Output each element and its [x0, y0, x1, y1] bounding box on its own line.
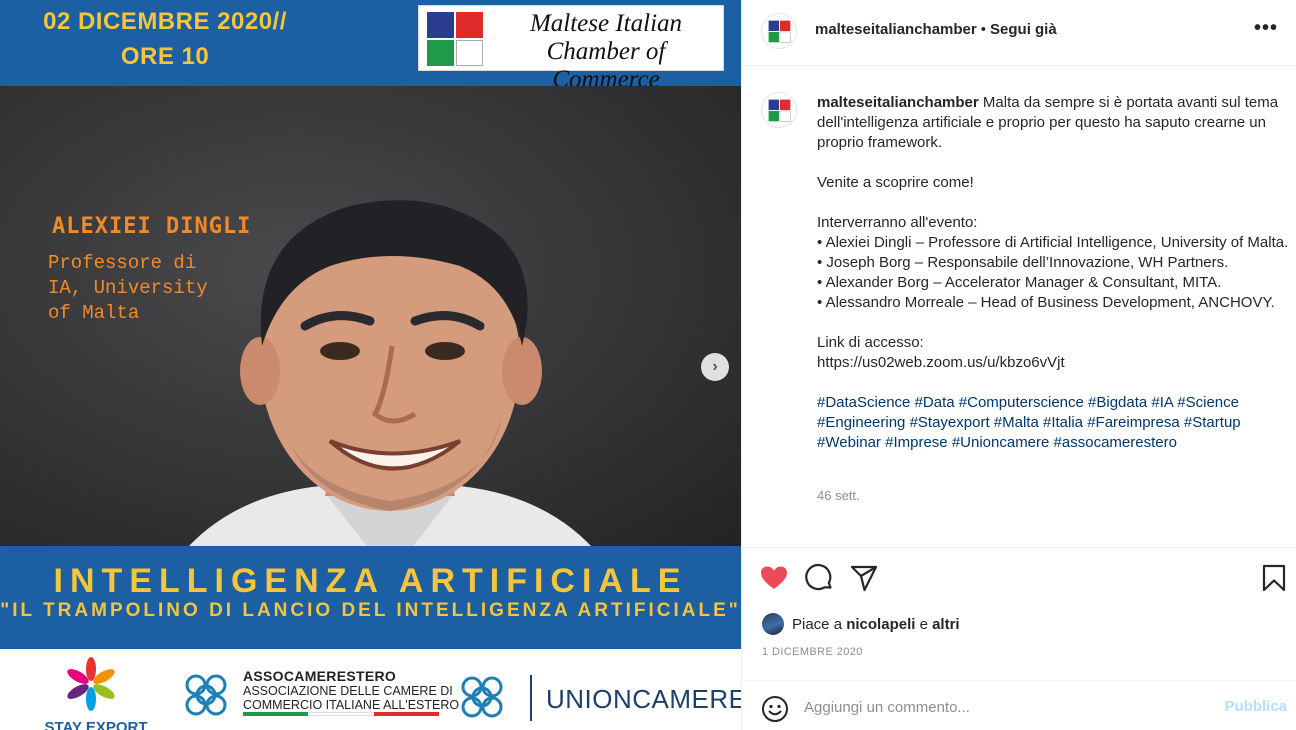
chamber-logo-text: Maltese Italian Chamber of Commerce [529, 10, 683, 93]
hashtag-link[interactable]: #Fareimpresa [1087, 414, 1180, 431]
assocamerestero-knot-icon [185, 674, 227, 716]
share-button[interactable] [849, 563, 879, 593]
more-options-button[interactable]: ••• [1254, 18, 1278, 38]
caption-speaker-item: • Alexiei Dingli – Professore di Artific… [817, 234, 1289, 251]
chevron-right-icon: › [712, 358, 718, 375]
likes-prefix: Piace a [792, 615, 843, 633]
event-banner: INTELLIGENZA ARTIFICIALE "IL TRAMPOLINO … [0, 546, 741, 649]
caption-author-avatar[interactable] [761, 92, 797, 128]
hashtag-link[interactable]: #DataScience [817, 394, 910, 411]
hashtag-link[interactable]: #Engineering [817, 414, 905, 431]
hashtag-link[interactable]: #Italia [1043, 414, 1083, 431]
image-header-band: 02 DICEMBRE 2020// ORE 10 Maltese Italia… [0, 0, 741, 93]
comment-input[interactable] [804, 689, 1204, 725]
likes-and: e [919, 615, 928, 633]
caption-speaker-item: • Alexander Borg – Accelerator Manager &… [817, 274, 1222, 291]
caption-hashtags: #DataScience #Data #Computerscience #Big… [817, 393, 1292, 453]
event-date: 02 DICEMBRE 2020// [43, 8, 287, 35]
author-username[interactable]: malteseitalianchamber [815, 21, 977, 38]
caption-intro-paragraph: malteseitalianchamber Malta da sempre si… [817, 93, 1292, 153]
likes-others-link[interactable]: altri [932, 616, 960, 633]
liker-username[interactable]: nicolapeli [846, 616, 915, 633]
hashtag-link[interactable]: #Startup [1184, 414, 1241, 431]
like-button[interactable] [759, 563, 789, 593]
caption-speaker-item: • Joseph Borg – Responsabile dell’Innova… [817, 254, 1229, 271]
likes-summary: Piace a nicolapeli e altri [762, 612, 960, 636]
caption-username[interactable]: malteseitalianchamber [817, 94, 979, 111]
hashtag-link[interactable]: #Webinar [817, 434, 881, 451]
speaker-name: ALEXIEI DINGLI [52, 214, 252, 239]
chamber-avatar-icon [768, 99, 791, 122]
heart-filled-icon [761, 566, 787, 589]
header-separator: • [980, 21, 987, 38]
bookmark-icon [1262, 564, 1286, 592]
send-icon [850, 565, 878, 592]
emoji-icon [762, 696, 788, 722]
carousel-next-button[interactable]: › [701, 353, 729, 381]
hashtag-link[interactable]: #IA [1151, 394, 1173, 411]
banner-subtitle: "IL TRAMPOLINO DI LANCIO DEL INTELLIGENZ… [0, 600, 741, 621]
speaker-photo: ALEXIEI DINGLI Professore di IA, Univers… [0, 86, 741, 656]
assocamerestero-title: ASSOCAMERESTERO [243, 668, 397, 684]
hashtag-link[interactable]: #Computerscience [959, 394, 1084, 411]
follow-button[interactable]: Segui già [990, 21, 1057, 38]
post-actions: Piace a nicolapeli e altri 1 DICEMBRE 20… [742, 547, 1296, 680]
unioncamere-divider [530, 675, 532, 721]
hashtag-link[interactable]: #Science [1177, 394, 1239, 411]
italian-flag-bar [243, 712, 439, 716]
hashtag-link[interactable]: #Data [915, 394, 955, 411]
post-sidebar: malteseitalianchamber • Segui già ••• malt… [741, 0, 1296, 730]
sponsor-logos: STAY EXPORT ASSOCAMERESTERO ASSOCIAZIONE… [0, 649, 741, 730]
chamber-avatar-icon [768, 20, 791, 43]
caption-speaker-item: • Alessandro Morreale – Head of Business… [817, 294, 1275, 311]
hashtag-link[interactable]: #Stayexport [910, 414, 990, 431]
post-date[interactable]: 1 DICEMBRE 2020 [762, 646, 863, 658]
hashtag-link[interactable]: #Malta [994, 414, 1039, 431]
post-caption: malteseitalianchamber Malta da sempre si… [817, 93, 1292, 453]
event-time: ORE 10 [120, 43, 210, 70]
more-horizontal-icon: ••• [1253, 17, 1278, 39]
speaker-role: Professore di IA, University of Malta [48, 252, 208, 324]
author-avatar[interactable] [761, 13, 797, 49]
caption-cta: Venite a scoprire come! [817, 174, 974, 191]
header-user-row: malteseitalianchamber • Segui già [815, 21, 1057, 38]
stay-export-star-icon [67, 657, 115, 711]
publish-button[interactable]: Pubblica [1224, 698, 1287, 715]
save-button[interactable] [1259, 563, 1289, 593]
caption-link-label: Link di accesso: [817, 334, 924, 351]
post-image[interactable]: 02 DICEMBRE 2020// ORE 10 Maltese Italia… [0, 0, 741, 730]
emoji-button[interactable] [761, 695, 789, 723]
chamber-logo: Maltese Italian Chamber of Commerce [418, 5, 724, 93]
chamber-logo-mark [427, 12, 485, 68]
unioncamere-knot-icon [461, 676, 503, 718]
liker-avatar[interactable] [762, 613, 784, 635]
caption-area: malteseitalianchamber Malta da sempre si… [742, 66, 1296, 547]
unioncamere-text: UNIONCAMERE [546, 684, 741, 714]
stay-export-text: STAY EXPORT [44, 719, 148, 730]
comment-button[interactable] [804, 563, 834, 593]
post-header: malteseitalianchamber • Segui già ••• [742, 0, 1296, 66]
caption-link-url: https://us02web.zoom.us/u/kbzo6vVjt [817, 354, 1065, 371]
assocamerestero-subtitle: ASSOCIAZIONE DELLE CAMERE DI COMMERCIO I… [243, 684, 460, 712]
hashtag-link[interactable]: #Unioncamere [952, 434, 1050, 451]
hashtag-link[interactable]: #assocamerestero [1054, 434, 1177, 451]
banner-title: INTELLIGENZA ARTIFICIALE [53, 562, 688, 600]
caption-time-ago[interactable]: 46 sett. [817, 488, 860, 503]
hashtag-link[interactable]: #Bigdata [1088, 394, 1147, 411]
comment-icon [805, 563, 832, 591]
hashtag-link[interactable]: #Imprese [885, 434, 948, 451]
comment-form: Pubblica [742, 680, 1296, 730]
stay-export-logo: STAY EXPORT [38, 655, 158, 730]
caption-speakers-intro: Interverranno all'evento: [817, 214, 978, 231]
